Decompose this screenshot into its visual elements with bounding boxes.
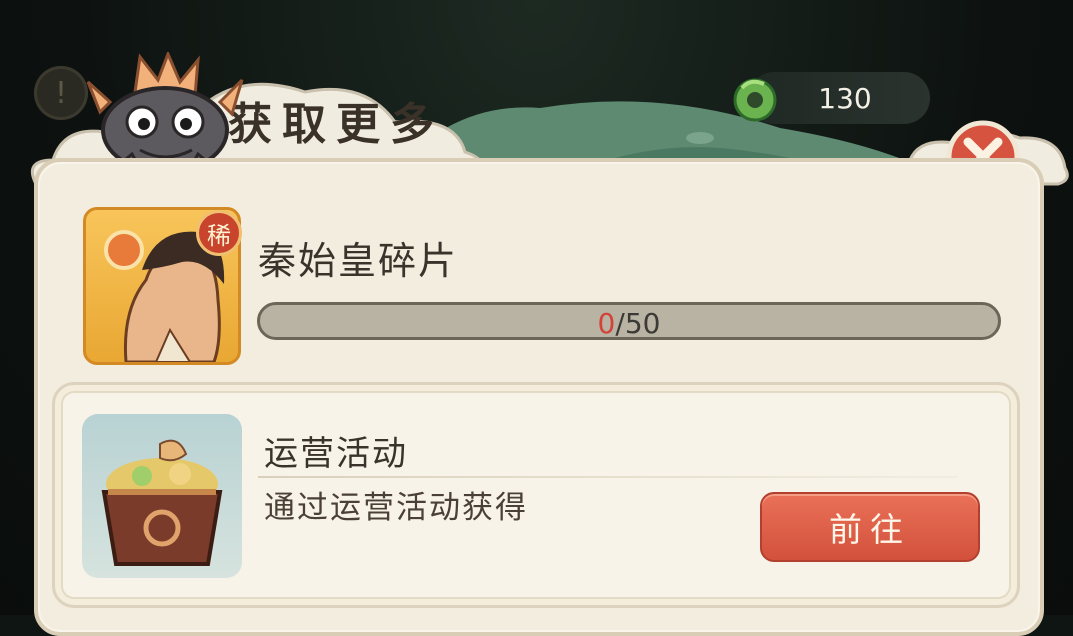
fragment-progress-bar: 0/50 [257, 302, 1001, 340]
progress-text: 0/50 [260, 307, 998, 340]
currency-value: 130 [818, 82, 872, 115]
page-title: 获取更多 [228, 99, 444, 150]
item-name: 秦始皇碎片 [258, 239, 459, 283]
rarity-badge: 稀 [196, 210, 242, 256]
progress-current: 0 [597, 307, 616, 340]
source-icon-frame [82, 414, 242, 578]
divider [258, 476, 958, 478]
treasure-chest-icon [101, 439, 223, 566]
source-title: 运营活动 [264, 434, 408, 474]
source-description: 通过运营活动获得 [264, 490, 528, 526]
progress-max: 50 [624, 307, 661, 340]
progress-separator: / [615, 307, 625, 340]
jade-dragon-icon [733, 78, 777, 122]
go-button[interactable]: 前往 [760, 492, 980, 562]
